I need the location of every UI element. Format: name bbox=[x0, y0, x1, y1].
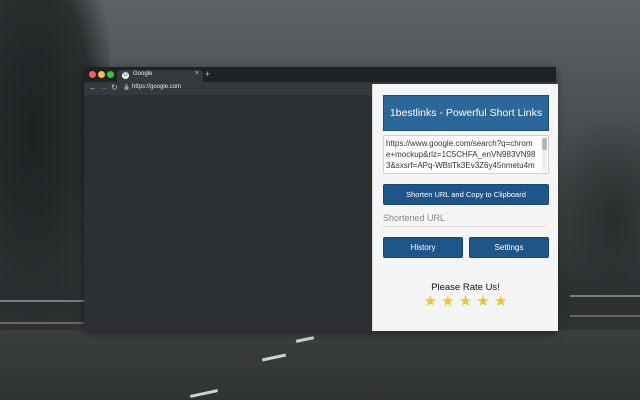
scrollbar-thumb[interactable] bbox=[542, 138, 547, 150]
settings-button[interactable]: Settings bbox=[469, 237, 549, 258]
background-trees-right bbox=[550, 120, 640, 320]
tab-title: Google bbox=[133, 71, 153, 77]
lock-icon bbox=[124, 84, 129, 92]
google-favicon-icon: G bbox=[122, 72, 129, 79]
shortened-url-field[interactable]: Shortened URL bbox=[383, 213, 445, 223]
popup-header: 1bestlinks - Powerful Short Links bbox=[383, 95, 549, 131]
new-tab-icon[interactable]: + bbox=[205, 69, 210, 79]
reload-icon[interactable]: ↻ bbox=[111, 83, 118, 92]
minimize-window-icon[interactable] bbox=[98, 71, 105, 78]
star-1-icon[interactable]: ★ bbox=[424, 292, 437, 310]
textarea-scrollbar[interactable] bbox=[542, 138, 547, 171]
star-5-icon[interactable]: ★ bbox=[494, 292, 507, 310]
background-guardrail-left bbox=[0, 300, 90, 324]
star-3-icon[interactable]: ★ bbox=[459, 292, 472, 310]
background-guardrail-right bbox=[570, 295, 640, 317]
address-bar[interactable]: https://google.com bbox=[124, 84, 384, 93]
forward-arrow-icon[interactable]: → bbox=[100, 83, 108, 92]
history-button[interactable]: History bbox=[383, 237, 463, 258]
background-road bbox=[0, 330, 640, 400]
browser-tab[interactable]: G Google × bbox=[117, 70, 203, 82]
star-4-icon[interactable]: ★ bbox=[476, 292, 489, 310]
maximize-window-icon[interactable] bbox=[107, 71, 114, 78]
address-url: https://google.com bbox=[132, 84, 182, 90]
rating-stars: ★ ★ ★ ★ ★ bbox=[373, 292, 558, 310]
tab-close-icon[interactable]: × bbox=[195, 70, 199, 77]
close-window-icon[interactable] bbox=[89, 71, 96, 78]
browser-titlebar: G Google × + bbox=[84, 67, 556, 82]
back-arrow-icon[interactable]: ← bbox=[89, 83, 97, 92]
extension-popup: 1bestlinks - Powerful Short Links https:… bbox=[372, 84, 558, 331]
long-url-textarea[interactable]: https://www.google.com/search?q=chrome+m… bbox=[383, 135, 549, 174]
long-url-text: https://www.google.com/search?q=chrome+m… bbox=[386, 139, 536, 173]
shorten-copy-button[interactable]: Shorten URL and Copy to Clipboard bbox=[383, 184, 549, 205]
star-2-icon[interactable]: ★ bbox=[441, 292, 454, 310]
popup-title: 1bestlinks - Powerful Short Links bbox=[389, 107, 543, 119]
shortened-url-underline bbox=[383, 226, 547, 227]
